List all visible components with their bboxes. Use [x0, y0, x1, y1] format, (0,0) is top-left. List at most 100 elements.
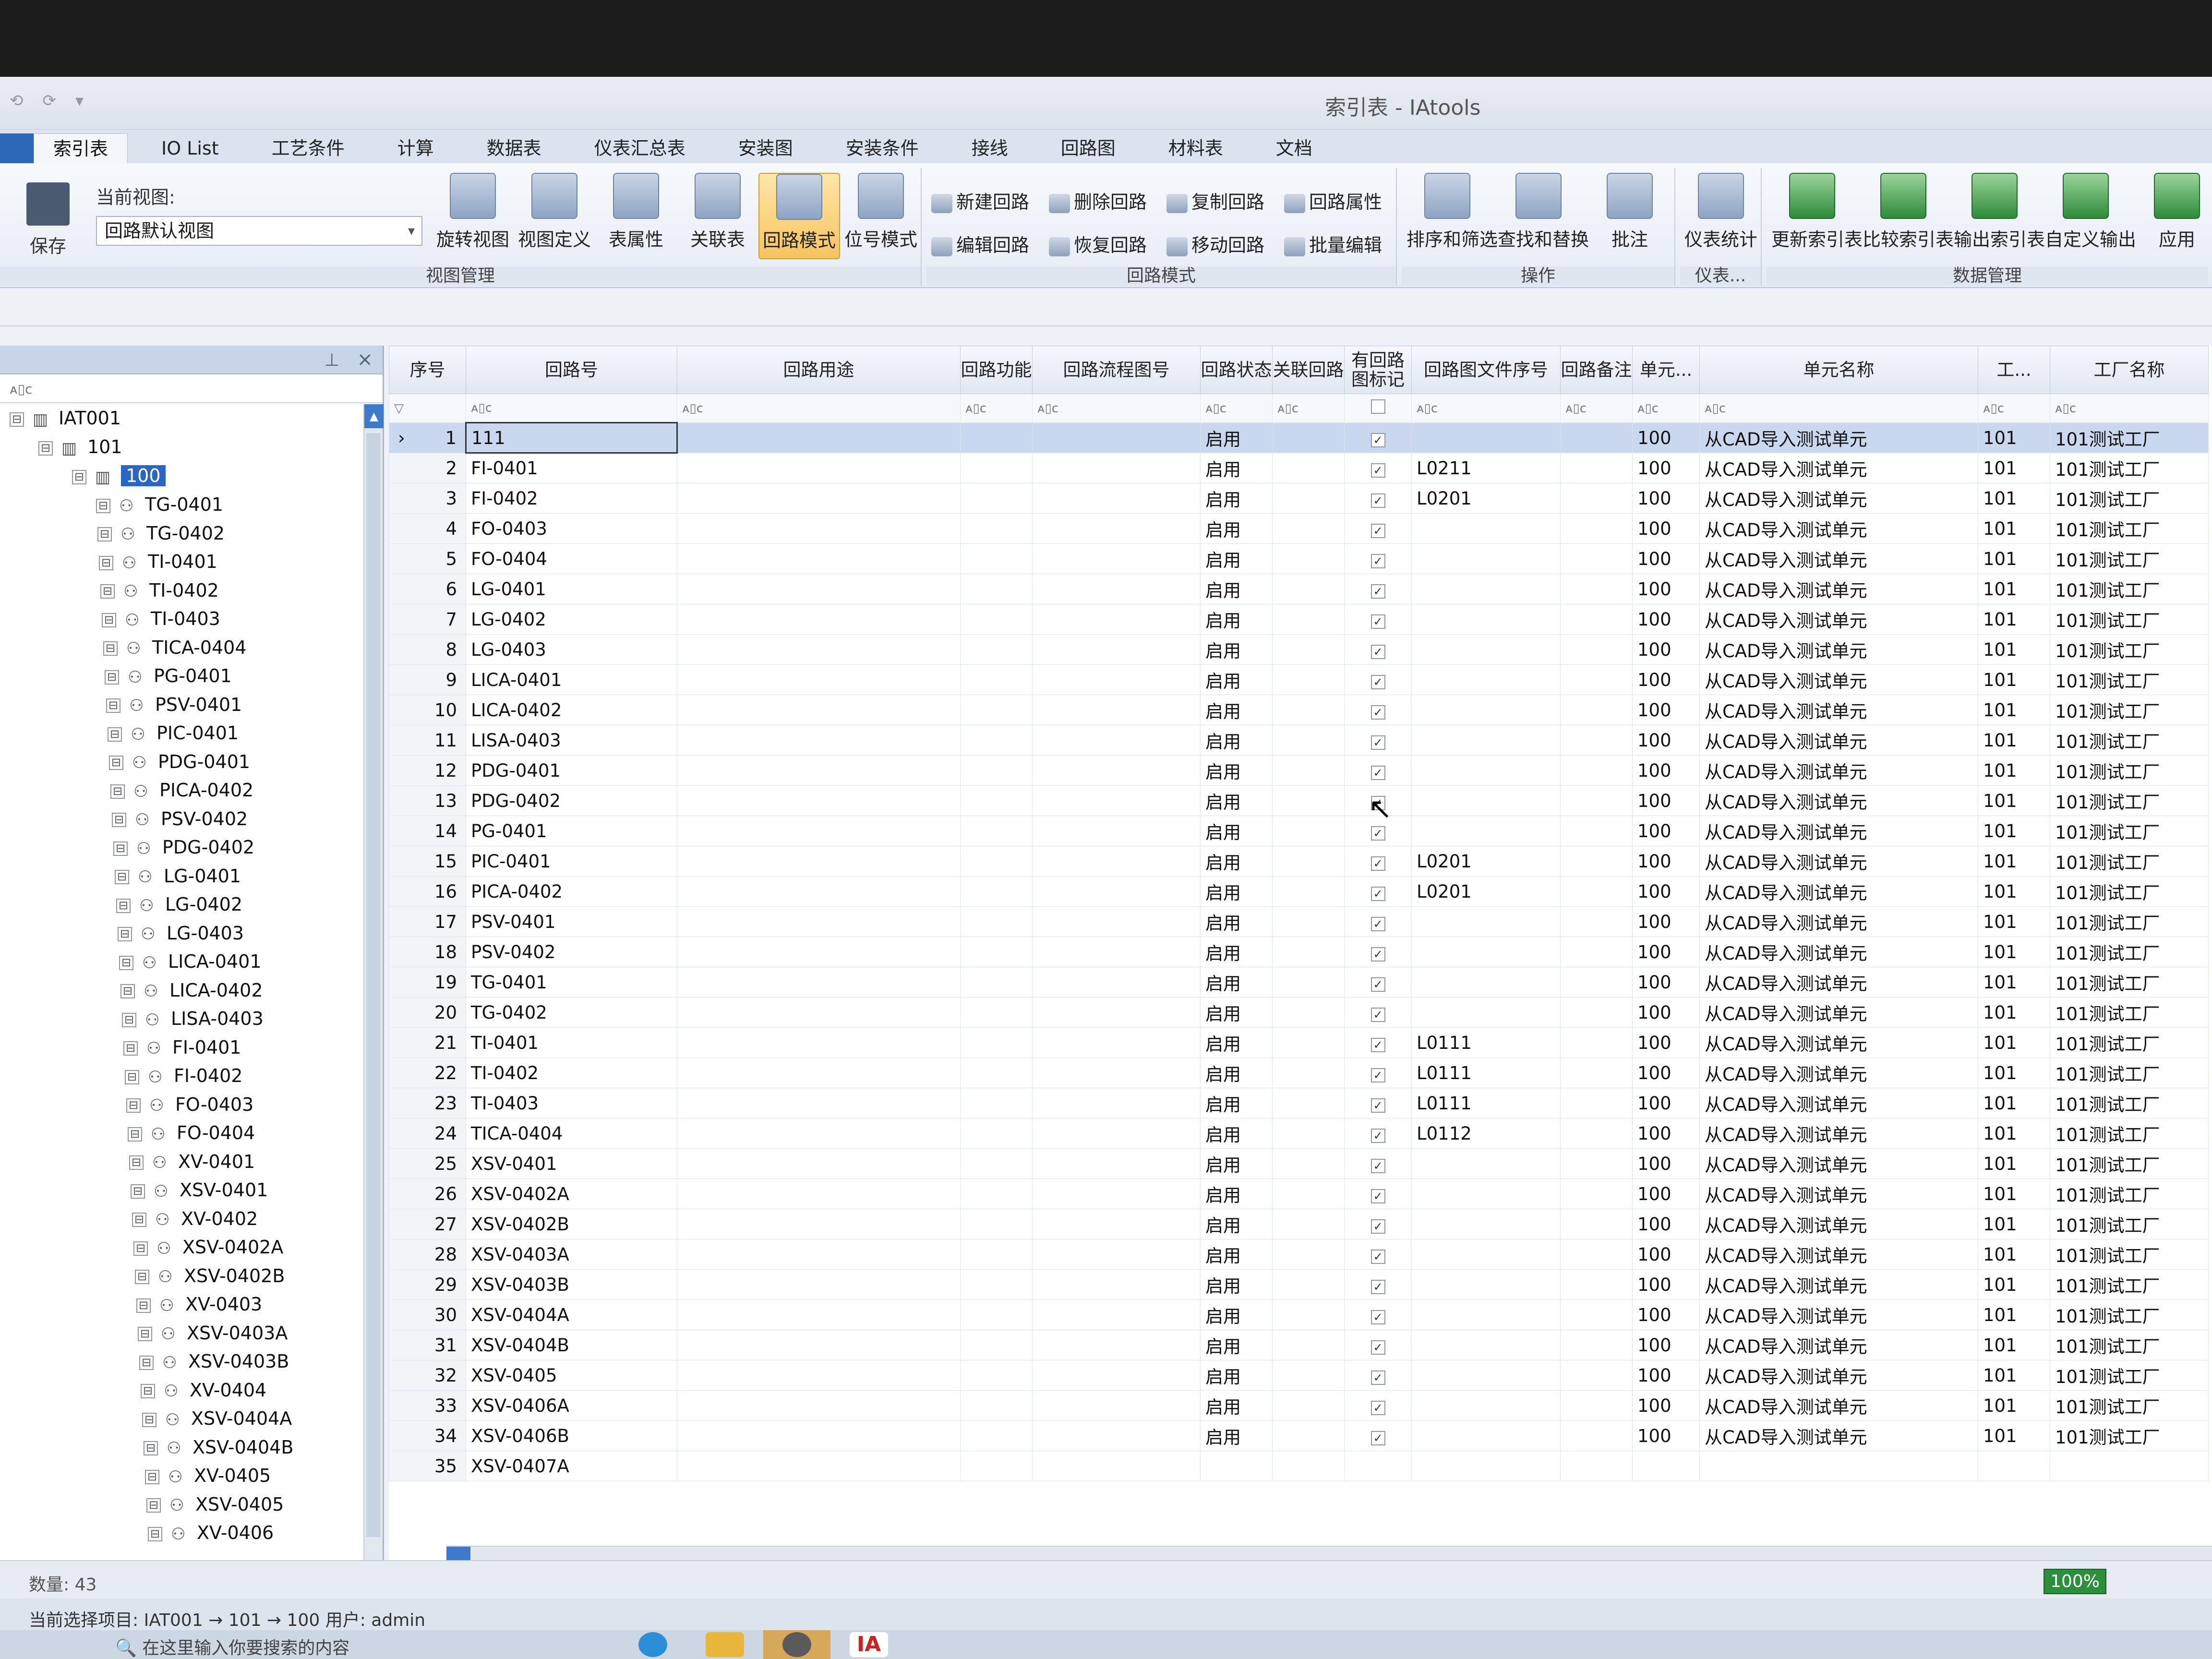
cell-seq[interactable]: 15 [389, 846, 466, 877]
tree-node[interactable]: ⊟ ⚇ TG-0401 [96, 491, 223, 518]
cell-unit_name[interactable]: 从CAD导入测试单元 [1699, 1209, 1978, 1239]
cell-unit[interactable]: 100 [1632, 1209, 1700, 1239]
cell-plant_name[interactable]: 101测试工厂 [2050, 483, 2209, 514]
tab-7[interactable]: 安装条件 [827, 133, 938, 163]
cell-unit[interactable]: 100 [1632, 1269, 1700, 1300]
cell-seq[interactable]: 4 [389, 513, 466, 544]
cell-loop[interactable]: TI-0402 [466, 1058, 677, 1088]
cell-empty[interactable] [1560, 876, 1633, 907]
ops-button-1[interactable]: 查找和替换 [1498, 173, 1589, 259]
cell-empty[interactable] [677, 937, 961, 967]
cell-unit_name[interactable]: 从CAD导入测试单元 [1699, 937, 1978, 967]
filter-cell[interactable] [1344, 394, 1412, 423]
cell-empty[interactable] [1272, 1118, 1345, 1149]
column-header-6[interactable]: 关联回路 [1272, 346, 1345, 394]
column-header-2[interactable]: 回路用途 [677, 346, 961, 394]
cell-plant_name[interactable]: 101测试工厂 [2050, 906, 2209, 937]
cell-loop[interactable]: FO-0403 [466, 513, 677, 544]
expand-icon[interactable]: ⊟ [133, 1241, 148, 1256]
cell-empty[interactable] [960, 997, 1033, 1028]
cell-chk[interactable]: ✓ [1344, 997, 1412, 1028]
cell-seq[interactable]: 9 [389, 664, 466, 695]
column-header-0[interactable]: 序号 [389, 346, 466, 394]
cell-plant[interactable]: 101 [1978, 1088, 2050, 1118]
cell-unit_name[interactable]: 从CAD导入测试单元 [1699, 695, 1978, 725]
cell-empty[interactable] [1560, 1058, 1633, 1088]
tree-node[interactable]: ⊟ ⚇ TG-0402 [97, 519, 225, 547]
cell-chk[interactable]: ✓ [1344, 1420, 1412, 1451]
cell-unit[interactable]: 100 [1632, 906, 1700, 937]
cell-empty[interactable] [1032, 1330, 1201, 1360]
cell-empty[interactable] [1032, 1390, 1201, 1421]
cell-unit_name[interactable]: 从CAD导入测试单元 [1699, 1299, 1978, 1330]
cell-plant_name[interactable]: 101测试工厂 [2050, 876, 2209, 907]
expand-icon[interactable]: ⊟ [132, 1213, 146, 1227]
iatools-app-icon[interactable]: IA [835, 1630, 902, 1659]
cell-plant[interactable]: 101 [1978, 574, 2050, 604]
checkbox-checked[interactable]: ✓ [1370, 977, 1385, 992]
cell-unit_name[interactable]: 从CAD导入测试单元 [1699, 543, 1978, 574]
cell-unit_name[interactable]: 从CAD导入测试单元 [1699, 906, 1978, 937]
cell-empty[interactable] [1560, 937, 1633, 967]
tab-3[interactable]: 计算 [378, 133, 453, 163]
cell-plant[interactable]: 101 [1978, 816, 2050, 846]
cell-file[interactable]: L0201 [1411, 483, 1561, 514]
checkbox-checked[interactable]: ✓ [1370, 1400, 1385, 1415]
filter-cell[interactable]: ᴀ▯c [960, 394, 1033, 423]
checkbox-checked[interactable]: ✓ [1370, 1128, 1385, 1143]
filter-cell[interactable]: ᴀ▯c [1200, 394, 1273, 423]
cell-plant_name[interactable]: 101测试工厂 [2050, 785, 2209, 816]
cell-unit[interactable]: 100 [1632, 1330, 1700, 1360]
table-row[interactable]: 9 LICA-0401 启用 ✓ 100 从CAD导入测试单元 101 101测试工厂 [389, 664, 2209, 695]
cell-file[interactable] [1411, 1148, 1561, 1179]
cell-unit_name[interactable]: 从CAD导入测试单元 [1699, 422, 1978, 453]
tab-5[interactable]: 仪表汇总表 [575, 133, 705, 163]
expand-icon[interactable]: ⊟ [145, 1469, 159, 1484]
cell-empty[interactable] [1272, 513, 1345, 544]
tree-node[interactable]: ⊟ ⚇ PSV-0402 [112, 805, 248, 833]
cell-chk[interactable]: ✓ [1344, 1269, 1412, 1300]
cell-empty[interactable] [1272, 725, 1345, 756]
cell-empty[interactable] [1560, 1178, 1633, 1209]
cell-empty[interactable] [960, 1209, 1033, 1239]
table-row[interactable]: 21 TI-0401 启用 ✓ L0111 100 从CAD导入测试单元 101 101测试工厂 [389, 1027, 2209, 1058]
cell-chk[interactable]: ✓ [1344, 453, 1412, 483]
table-row[interactable]: 14 PG-0401 启用 ✓ 100 从CAD导入测试单元 101 101测试工厂 [389, 816, 2209, 846]
cell-empty[interactable] [960, 453, 1033, 483]
cell-chk[interactable]: ✓ [1344, 1027, 1412, 1058]
cell-empty[interactable] [677, 725, 961, 756]
cell-empty[interactable] [960, 725, 1033, 756]
cell-empty[interactable] [1032, 574, 1201, 604]
tree-node[interactable]: ⊟ ⚇ XSV-0405 [146, 1491, 284, 1518]
expand-icon[interactable]: ⊟ [128, 1127, 142, 1142]
cell-plant[interactable]: 101 [1978, 1178, 2050, 1209]
cell-status[interactable]: 启用 [1200, 725, 1273, 756]
cell-loop[interactable]: PIC-0401 [466, 846, 677, 877]
expand-icon[interactable]: ⊟ [136, 1298, 151, 1313]
cell-empty[interactable] [1272, 846, 1345, 877]
cell-empty[interactable] [677, 1178, 961, 1209]
cell-empty[interactable] [1560, 513, 1633, 544]
checkbox-checked[interactable]: ✓ [1370, 674, 1385, 689]
tree-node[interactable]: ⊟ ⚇ LICA-0402 [120, 976, 263, 1004]
instrument-stats-button[interactable]: 仪表统计 [1680, 173, 1762, 259]
cell-seq[interactable]: 32 [389, 1360, 466, 1391]
cell-status[interactable]: 启用 [1200, 483, 1273, 514]
cell-empty[interactable] [1272, 483, 1345, 514]
cell-plant[interactable]: 101 [1978, 483, 2050, 514]
cell-plant_name[interactable]: 101测试工厂 [2050, 1058, 2209, 1088]
cell-empty[interactable] [677, 1330, 961, 1360]
table-row[interactable]: 20 TG-0402 启用 ✓ 100 从CAD导入测试单元 101 101测试工厂 [389, 997, 2209, 1028]
cell-status[interactable]: 启用 [1200, 846, 1273, 877]
cell-unit_name[interactable]: 从CAD导入测试单元 [1699, 846, 1978, 877]
loop-button-4[interactable]: 编辑回路 [931, 230, 1029, 257]
checkbox-checked[interactable]: ✓ [1370, 1007, 1385, 1022]
checkbox-checked[interactable]: ✓ [1370, 826, 1385, 841]
cell-empty[interactable] [1560, 543, 1633, 574]
cell-empty[interactable] [960, 1420, 1033, 1451]
cell-unit[interactable] [1632, 1451, 1700, 1481]
checkbox-checked[interactable]: ✓ [1370, 1189, 1385, 1203]
cell-status[interactable] [1200, 1451, 1273, 1481]
cell-loop[interactable]: PSV-0401 [466, 906, 677, 937]
view-button-2[interactable]: 表属性 [595, 173, 677, 259]
